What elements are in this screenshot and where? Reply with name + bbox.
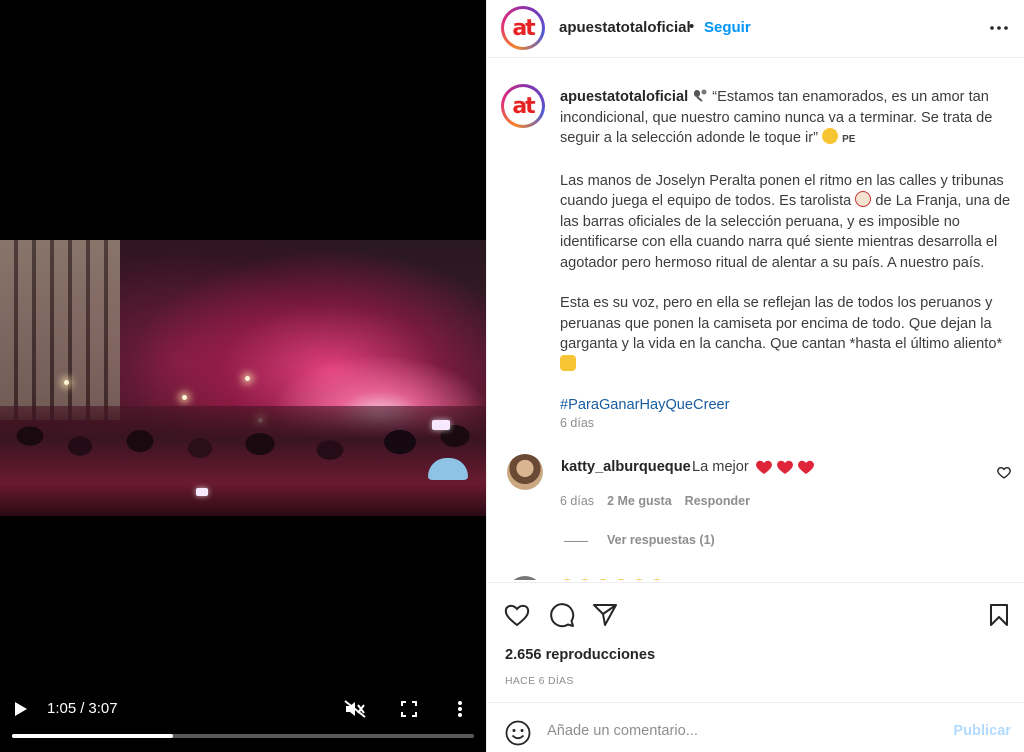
- current-time: 1:05: [47, 700, 77, 717]
- caption-text: apuestatotaloficial “Estamos tan enamora…: [560, 87, 1012, 416]
- video-building: [0, 240, 120, 420]
- next-comment-partial: [487, 572, 1024, 580]
- video-progress-fill: [12, 734, 173, 738]
- duration: 3:07: [88, 700, 118, 717]
- add-comment-bar: Publicar: [487, 702, 1024, 752]
- phone-light: [432, 420, 450, 430]
- fullscreen-icon[interactable]: [398, 698, 420, 720]
- video-player[interactable]: 1:05/3:07: [0, 0, 486, 752]
- post-actions: 2.656 reproducciones HACE 6 DÍAS: [487, 582, 1024, 698]
- hearts-emoji: [755, 459, 815, 475]
- post-age: HACE 6 DÍAS: [505, 675, 574, 687]
- header-dot: •: [689, 18, 695, 35]
- video-frame[interactable]: [0, 240, 486, 516]
- post-header: at apuestatotaloficial • Seguir: [487, 0, 1024, 58]
- caption-avatar[interactable]: at: [501, 84, 545, 128]
- comment-avatar[interactable]: [507, 454, 543, 490]
- comment-likes[interactable]: 2 Me gusta: [607, 494, 672, 508]
- publish-button[interactable]: Publicar: [953, 723, 1011, 739]
- caption-paragraph-3: Esta es su voz, pero en ella se reflejan…: [560, 293, 1012, 375]
- comment-input[interactable]: [547, 713, 927, 749]
- comments-area[interactable]: at apuestatotaloficial “Estamos tan enam…: [487, 60, 1024, 580]
- caption-paragraph-3-text: Esta es su voz, pero en ella se reflejan…: [560, 295, 1003, 352]
- replies-divider: [564, 541, 588, 542]
- caption-username[interactable]: apuestatotaloficial: [560, 89, 688, 105]
- reply-button[interactable]: Responder: [685, 494, 750, 508]
- flag-label: PE: [842, 134, 856, 145]
- comment-username[interactable]: katty_alburqueque: [561, 459, 691, 475]
- more-horizontal-icon[interactable]: [989, 20, 1009, 36]
- next-comment-emojis: [561, 579, 901, 580]
- fist-emoji-icon: [560, 354, 576, 371]
- comment: katty_alburqueque La mejor 6 días 2 Me g…: [487, 450, 1024, 560]
- phone-light: [196, 488, 208, 496]
- follow-button[interactable]: Seguir: [704, 19, 751, 36]
- time-separator: /: [80, 700, 85, 717]
- mute-icon[interactable]: [343, 698, 367, 720]
- video-time: 1:05/3:07: [47, 700, 118, 717]
- view-count[interactable]: 2.656 reproducciones: [505, 647, 655, 663]
- emoji-icon[interactable]: [505, 720, 531, 746]
- comment-icon[interactable]: [548, 601, 576, 629]
- share-icon[interactable]: [591, 601, 619, 629]
- play-icon[interactable]: [10, 698, 32, 720]
- red-heart-icon: [798, 460, 814, 474]
- street-lamp: [64, 380, 69, 385]
- comment-meta: 6 días 2 Me gusta Responder: [560, 494, 750, 508]
- more-vertical-icon[interactable]: [452, 698, 468, 720]
- bookmark-icon[interactable]: [985, 601, 1013, 629]
- view-replies-button[interactable]: Ver respuestas (1): [607, 533, 715, 547]
- microphone-icon: [692, 89, 712, 105]
- caption-paragraph-2: Las manos de Joselyn Peralta ponen el ri…: [560, 171, 1012, 274]
- video-progress-bar[interactable]: [12, 734, 474, 738]
- drum-emoji-icon: [855, 191, 872, 207]
- red-heart-icon: [756, 460, 772, 474]
- video-controls: 1:05/3:07: [0, 690, 486, 752]
- hashtag-link[interactable]: #ParaGanarHayQueCreer: [560, 395, 1012, 416]
- brand-logo: at: [512, 15, 535, 41]
- caption-date: 6 días: [560, 416, 595, 430]
- header-username[interactable]: apuestatotaloficial: [559, 19, 691, 36]
- avatar-inner: at: [504, 87, 542, 125]
- video-crowd: [0, 406, 486, 516]
- comment-heart-icon[interactable]: [997, 466, 1011, 480]
- post-panel: at apuestatotaloficial • Seguir at apues…: [486, 0, 1024, 752]
- street-lamp: [245, 376, 250, 381]
- comment-avatar[interactable]: [507, 576, 543, 580]
- street-lamp: [182, 395, 187, 400]
- heart-icon[interactable]: [503, 601, 531, 629]
- avatar[interactable]: at: [501, 6, 545, 50]
- avatar-inner: at: [504, 9, 542, 47]
- comment-text: La mejor: [692, 459, 749, 475]
- red-heart-icon: [777, 460, 793, 474]
- brand-logo: at: [512, 93, 535, 119]
- star-eyes-emoji-icon: [822, 128, 839, 144]
- comment-date: 6 días: [560, 494, 595, 508]
